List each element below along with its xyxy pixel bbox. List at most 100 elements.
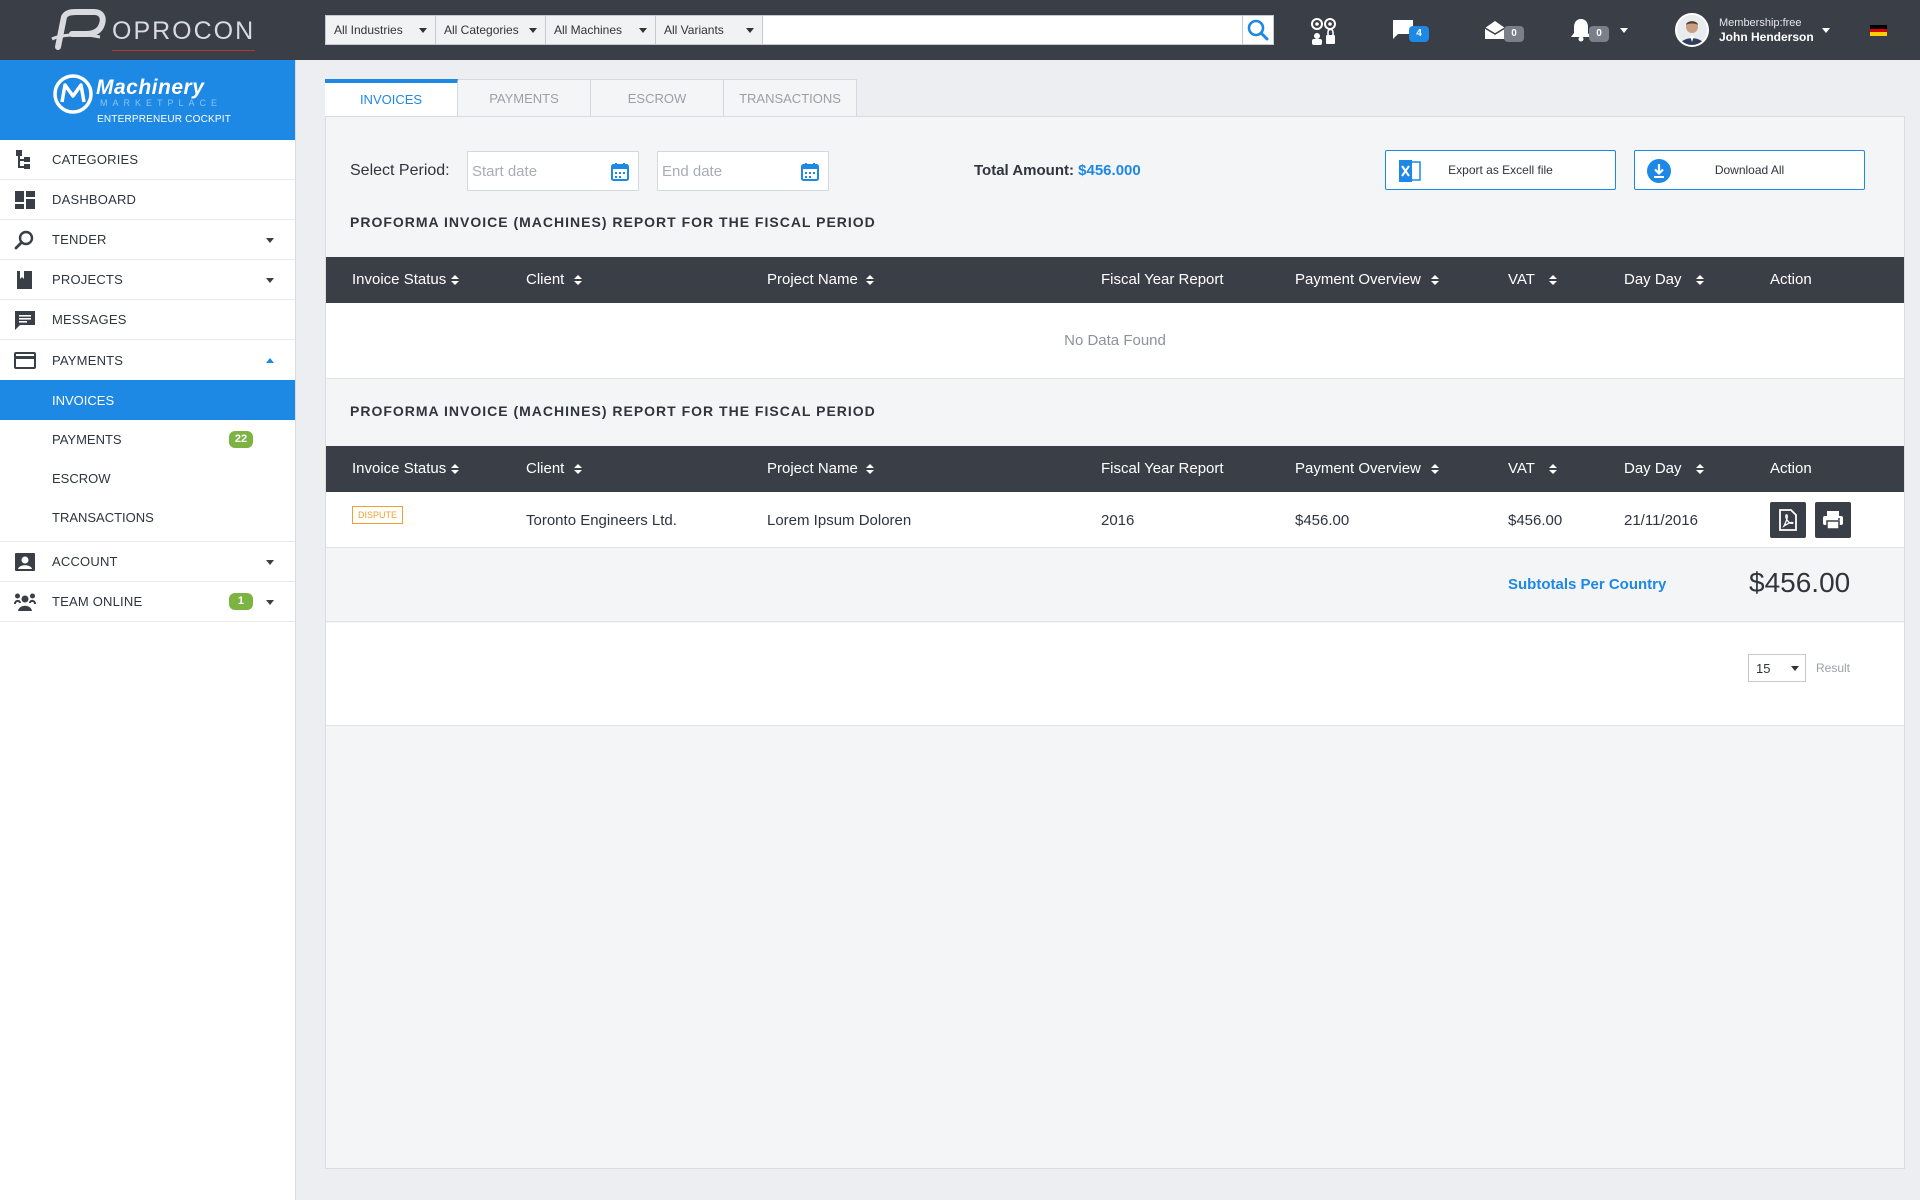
sidebar-item-payments[interactable]: PAYMENTS [0,340,295,380]
subtotal-value: $456.00 [1749,567,1851,598]
calendar-icon[interactable] [800,162,820,182]
sidebar-item-label: TENDER [52,232,107,247]
search-button[interactable] [1242,15,1274,45]
brand-title: Machinery [96,76,205,99]
cell-client: Toronto Engineers Ltd. [526,512,677,529]
search-icon [1247,19,1269,41]
download-all-button[interactable]: Download All [1634,150,1865,190]
column-day-day[interactable]: Day Day [1624,460,1704,477]
sidebar-item-categories[interactable]: CATEGORIES [0,140,295,180]
sidebar: Machinery MARKETPLACE ENTERPRENEUR COCKP… [0,60,296,1200]
calendar-icon[interactable] [610,162,630,182]
column-payment-overview[interactable]: Payment Overview [1295,460,1439,477]
report-title: PROFORMA INVOICE (MACHINES) REPORT FOR T… [350,214,876,230]
chevron-down-icon [419,28,427,33]
sort-icon [1430,463,1439,475]
table-header: Invoice Status Client Project Name Fisca… [326,257,1904,303]
variants-select[interactable]: All Variants [655,15,762,45]
team-settings-button[interactable] [1308,14,1340,46]
sidebar-item-label: PROJECTS [52,272,123,287]
total-amount-label: Total Amount: [974,162,1074,179]
chevron-down-icon [746,28,754,33]
user-menu[interactable]: Membership:free John Henderson [1675,13,1830,47]
print-button[interactable] [1815,502,1851,538]
sidebar-item-team-online[interactable]: TEAM ONLINE 1 [0,582,295,622]
sort-icon [574,274,583,286]
sidebar-subitem-escrow[interactable]: ESCROW [0,459,295,498]
report-title: PROFORMA INVOICE (MACHINES) REPORT FOR T… [350,403,876,419]
download-icon [1647,159,1671,183]
column-client[interactable]: Client [526,460,583,477]
column-action: Action [1770,460,1812,477]
pagination-row: 15 Result [326,623,1904,726]
sidebar-subitem-label: TRANSACTIONS [52,510,154,525]
tab-payments[interactable]: PAYMENTS [458,79,591,117]
user-avatar-icon [1677,15,1707,45]
column-client[interactable]: Client [526,271,583,288]
book-icon [17,271,32,289]
variants-select-label: All Variants [664,23,724,37]
end-date-input[interactable]: End date [657,151,829,191]
column-payment-overview[interactable]: Payment Overview [1295,271,1439,288]
no-data-text: No Data Found [1064,332,1166,349]
categories-select[interactable]: All Categories [435,15,545,45]
total-amount-value: $456.000 [1078,162,1141,179]
sidebar-item-account[interactable]: ACCOUNT [0,542,295,582]
notifications-button[interactable]: 0 [1570,14,1628,46]
column-project-name[interactable]: Project Name [767,460,874,477]
sidebar-subitem-payments[interactable]: PAYMENTS 22 [0,420,295,459]
column-action: Action [1770,271,1812,288]
column-fiscal-year-report: Fiscal Year Report [1101,271,1224,288]
chevron-down-icon [639,28,647,33]
mail-button[interactable]: 0 [1484,14,1524,46]
column-invoice-status[interactable]: Invoice Status [352,460,460,477]
tab-invoices[interactable]: INVOICES [325,79,458,117]
notification-count-badge: 0 [1589,26,1609,42]
tab-escrow[interactable]: ESCROW [591,79,724,117]
chevron-up-icon [266,358,274,363]
cell-date: 21/11/2016 [1624,512,1698,529]
payments-count-badge: 22 [229,431,253,448]
chevron-down-icon [1620,28,1628,33]
payments-tabs: INVOICES PAYMENTS ESCROW TRANSACTIONS [325,79,857,117]
column-project-name[interactable]: Project Name [767,271,874,288]
column-invoice-status[interactable]: Invoice Status [352,271,460,288]
invoices-panel: Select Period: Start date End date Total… [325,116,1905,1169]
chevron-down-icon [266,278,274,283]
sidebar-subitem-invoices[interactable]: INVOICES [0,380,295,420]
subtotal-row: Subtotals Per Country $456.00 [326,548,1904,622]
brand-header[interactable]: Machinery MARKETPLACE ENTERPRENEUR COCKP… [0,60,295,140]
pdf-button[interactable] [1770,502,1806,538]
sidebar-item-tender[interactable]: TENDER [0,220,295,260]
tab-transactions[interactable]: TRANSACTIONS [724,79,857,117]
oprocon-logo-icon [51,9,106,50]
sort-icon [1548,274,1557,286]
avatar [1675,13,1709,47]
page-size-select[interactable]: 15 [1748,654,1806,682]
export-excel-button[interactable]: Export as Excell file [1385,150,1616,190]
machines-select[interactable]: All Machines [545,15,655,45]
excel-icon [1399,160,1421,182]
start-date-input[interactable]: Start date [467,151,639,191]
language-flag-icon[interactable] [1870,25,1887,36]
column-day-day[interactable]: Day Day [1624,271,1704,288]
brand-cockpit: ENTERPRENEUR COCKPIT [97,114,232,125]
chat-button[interactable]: 4 [1392,14,1429,46]
sidebar-subitem-transactions[interactable]: TRANSACTIONS [0,498,295,537]
industries-select[interactable]: All Industries [325,15,435,45]
cell-vat: $456.00 [1508,512,1563,529]
sidebar-item-projects[interactable]: PROJECTS [0,260,295,300]
download-all-label: Download All [1714,163,1785,177]
search-icon [14,230,34,250]
oprocon-logo[interactable]: OPROCON [50,8,256,54]
search-input[interactable] [762,15,1242,45]
sidebar-item-label: PAYMENTS [52,352,124,368]
total-amount: Total Amount: $456.000 [974,162,1141,179]
chevron-down-icon [1821,27,1830,33]
sidebar-item-messages[interactable]: MESSAGES [0,300,295,340]
column-vat[interactable]: VAT [1508,271,1557,288]
mail-open-icon [1484,21,1506,39]
column-vat[interactable]: VAT [1508,460,1557,477]
sidebar-item-dashboard[interactable]: DASHBOARD [0,180,295,220]
logo-text: OPROCON [112,16,256,51]
